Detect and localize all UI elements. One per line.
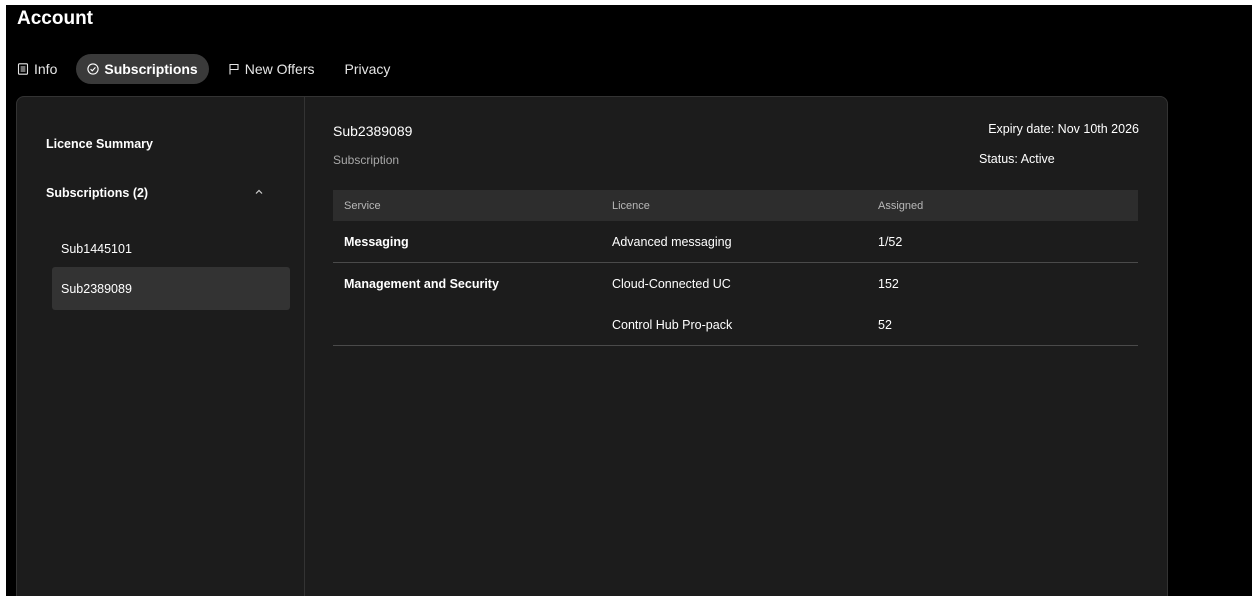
tab-new-offers[interactable]: New Offers	[217, 54, 326, 84]
account-page: Account Info Subscriptions New Offers Pr…	[6, 5, 1252, 596]
tab-subscriptions[interactable]: Subscriptions	[76, 54, 209, 84]
assigned-cell: 1/52	[878, 234, 903, 249]
tab-info-label: Info	[34, 61, 58, 77]
subscriptions-sidebar: Licence Summary Subscriptions (2) Sub144…	[17, 97, 305, 596]
tab-privacy-label: Privacy	[344, 61, 391, 77]
column-header-assigned: Assigned	[878, 199, 924, 212]
column-header-service: Service	[344, 199, 381, 212]
table-header: Service Licence Assigned	[333, 190, 1138, 221]
status-text: Status: Active	[979, 152, 1055, 166]
subscription-detail: Sub2389089 Subscription Expiry date: Nov…	[305, 97, 1167, 596]
service-cell: Messaging	[344, 234, 409, 249]
table-row: Messaging Advanced messaging 1/52	[333, 221, 1138, 262]
table-row: Management and Security Cloud-Connected …	[333, 263, 1138, 304]
sidebar-item-label: Sub1445101	[61, 241, 132, 256]
subscriptions-card: Licence Summary Subscriptions (2) Sub144…	[16, 96, 1168, 596]
sidebar-item-sub2389089[interactable]: Sub2389089	[52, 267, 290, 310]
service-cell: Management and Security	[344, 276, 499, 291]
expiry-date: Expiry date: Nov 10th 2026	[988, 122, 1139, 136]
licence-summary-link[interactable]: Licence Summary	[46, 137, 153, 151]
column-header-licence: Licence	[612, 199, 650, 212]
subscriptions-group-toggle[interactable]: Subscriptions (2)	[46, 186, 148, 200]
table-row: Control Hub Pro-pack 52	[333, 304, 1138, 345]
service-group-management: Management and Security Cloud-Connected …	[333, 263, 1138, 346]
subscription-type: Subscription	[333, 153, 400, 167]
tab-subscriptions-label: Subscriptions	[104, 61, 198, 77]
licence-table: Service Licence Assigned Messaging Advan…	[333, 190, 1138, 346]
assigned-cell: 152	[878, 276, 899, 291]
document-icon	[17, 63, 29, 75]
sidebar-item-label: Sub2389089	[61, 281, 132, 296]
licence-cell: Advanced messaging	[612, 234, 732, 249]
service-group-messaging: Messaging Advanced messaging 1/52	[333, 221, 1138, 263]
page-title: Account	[17, 8, 93, 29]
licence-cell: Control Hub Pro-pack	[612, 317, 733, 332]
chevron-up-icon[interactable]	[253, 185, 265, 197]
tab-bar: Info Subscriptions New Offers Privacy	[17, 54, 409, 84]
assigned-cell: 52	[878, 317, 892, 332]
check-circle-icon	[87, 63, 100, 75]
flag-icon	[228, 63, 240, 75]
tab-info[interactable]: Info	[17, 54, 68, 84]
licence-cell: Cloud-Connected UC	[612, 276, 731, 291]
sidebar-item-sub1445101[interactable]: Sub1445101	[52, 227, 290, 270]
subscription-id: Sub2389089	[333, 123, 413, 139]
tab-new-offers-label: New Offers	[244, 61, 315, 77]
tab-privacy[interactable]: Privacy	[333, 54, 401, 84]
